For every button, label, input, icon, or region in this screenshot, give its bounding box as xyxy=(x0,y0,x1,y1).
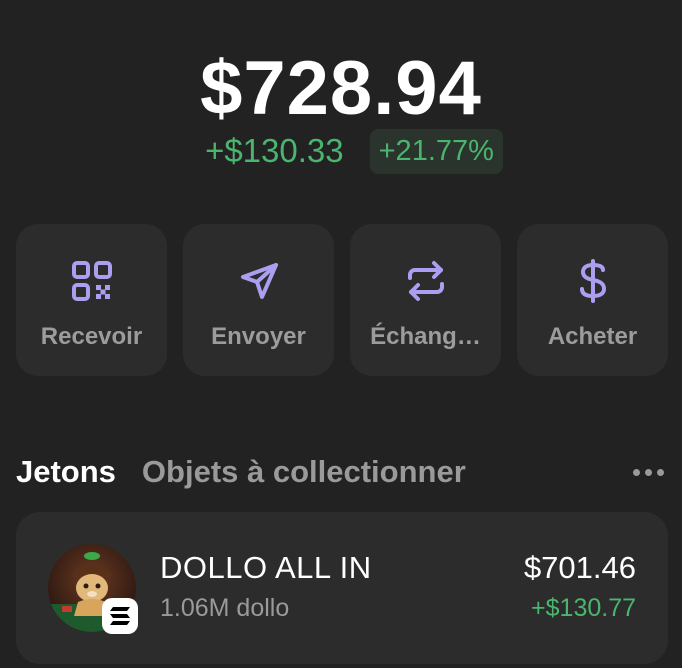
solana-icon xyxy=(102,598,138,634)
token-value: $701.46 xyxy=(523,550,636,585)
balance-change-percent-badge: +21.77% xyxy=(369,128,503,174)
token-row[interactable]: DOLLO ALL IN 1.06M dollo $701.46 +$130.7… xyxy=(16,512,668,664)
asset-tabs: Jetons Objets à collectionner xyxy=(16,450,668,494)
tab-collectibles[interactable]: Objets à collectionner xyxy=(142,454,466,490)
token-change: +$130.77 xyxy=(531,594,636,622)
swap-button[interactable]: Échang… xyxy=(350,224,501,376)
action-buttons: Recevoir Envoyer Échang… Acheter xyxy=(16,224,668,376)
balance-change-amount: +$130.33 xyxy=(205,132,344,169)
token-name: DOLLO ALL IN xyxy=(160,550,372,585)
receive-label: Recevoir xyxy=(40,323,143,350)
wallet-screen: $728.94 +$130.33 +21.77% Recevoir Envoye… xyxy=(0,0,682,668)
send-button[interactable]: Envoyer xyxy=(183,224,334,376)
buy-label: Acheter xyxy=(547,323,638,350)
swap-icon xyxy=(403,258,449,304)
buy-button[interactable]: Acheter xyxy=(517,224,668,376)
total-balance: $728.94 xyxy=(200,46,482,131)
receive-button[interactable]: Recevoir xyxy=(16,224,167,376)
swap-label: Échang… xyxy=(370,323,481,350)
tab-tokens[interactable]: Jetons xyxy=(16,454,116,490)
send-icon xyxy=(236,258,282,304)
balance-change-row: +$130.33 +21.77% xyxy=(0,128,682,174)
qr-code-icon xyxy=(69,258,115,304)
send-label: Envoyer xyxy=(211,323,306,350)
token-amount: 1.06M dollo xyxy=(160,594,290,622)
more-icon[interactable] xyxy=(633,468,664,476)
dollar-icon xyxy=(570,258,616,304)
